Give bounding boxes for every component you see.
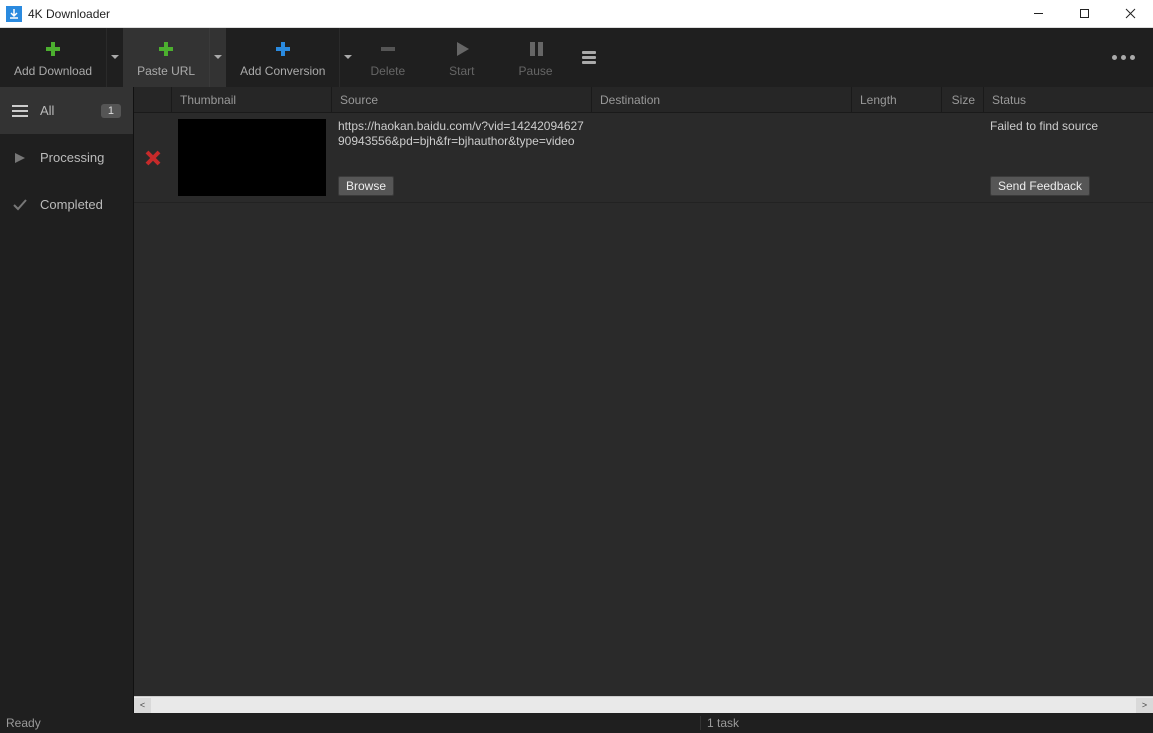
paste-url-button[interactable]: Paste URL	[123, 28, 209, 87]
plus-icon	[156, 38, 176, 60]
sidebar-item-label: Processing	[40, 150, 121, 165]
paste-url-label: Paste URL	[137, 64, 195, 78]
scroll-left-button[interactable]: <	[134, 698, 151, 713]
plus-icon	[43, 38, 63, 60]
close-button[interactable]	[1107, 0, 1153, 27]
pause-button[interactable]: Pause	[505, 28, 567, 87]
more-button[interactable]	[1093, 28, 1153, 87]
table-row[interactable]: https://haokan.baidu.com/v?vid=142420946…	[134, 113, 1153, 203]
col-header-destination[interactable]: Destination	[592, 87, 852, 112]
sidebar-item-all[interactable]: All 1	[0, 87, 133, 134]
col-header-thumbnail[interactable]: Thumbnail	[172, 87, 332, 112]
status-left: Ready	[0, 716, 700, 730]
row-length	[852, 113, 942, 202]
paste-url-dropdown[interactable]	[209, 28, 226, 87]
col-header-length[interactable]: Length	[852, 87, 942, 112]
app-icon	[6, 6, 22, 22]
sidebar-item-processing[interactable]: Processing	[0, 134, 133, 181]
window-controls	[1015, 0, 1153, 27]
status-text: Failed to find source	[990, 119, 1147, 133]
add-conversion-button[interactable]: Add Conversion	[226, 28, 339, 87]
add-download-label: Add Download	[14, 64, 92, 78]
add-conversion-dropdown[interactable]	[339, 28, 356, 87]
row-source: https://haokan.baidu.com/v?vid=142420946…	[332, 113, 592, 202]
play-icon	[452, 38, 472, 60]
add-conversion-label: Add Conversion	[240, 64, 325, 78]
title-bar: 4K Downloader	[0, 0, 1153, 28]
row-destination	[592, 113, 852, 202]
sidebar-item-label: All	[40, 103, 89, 118]
browse-button[interactable]: Browse	[338, 176, 394, 196]
col-header-source[interactable]: Source	[332, 87, 592, 112]
main-area: All 1 Processing Completed Thumbnail Sou…	[0, 87, 1153, 713]
plus-icon	[273, 38, 293, 60]
horizontal-scrollbar[interactable]: < >	[134, 696, 1153, 713]
col-header-delete[interactable]	[134, 87, 172, 112]
thumbnail-placeholder	[178, 119, 326, 196]
status-bar: Ready 1 task	[0, 713, 1153, 733]
scroll-track[interactable]	[151, 698, 1136, 713]
send-feedback-button[interactable]: Send Feedback	[990, 176, 1090, 196]
row-thumbnail	[172, 113, 332, 202]
scroll-right-button[interactable]: >	[1136, 698, 1153, 713]
column-headers: Thumbnail Source Destination Length Size…	[134, 87, 1153, 113]
maximize-button[interactable]	[1061, 0, 1107, 27]
col-header-size[interactable]: Size	[942, 87, 984, 112]
delete-button[interactable]: Delete	[356, 28, 419, 87]
row-delete-button[interactable]	[134, 113, 172, 202]
row-status: Failed to find source Send Feedback	[984, 113, 1153, 202]
sidebar-badge: 1	[101, 104, 121, 118]
check-icon	[12, 199, 28, 211]
menu-button[interactable]	[567, 28, 611, 87]
dots-icon	[1112, 55, 1117, 60]
add-download-button[interactable]: Add Download	[0, 28, 106, 87]
hamburger-icon	[12, 105, 28, 117]
window-title: 4K Downloader	[28, 7, 1015, 21]
pause-icon	[526, 38, 546, 60]
add-download-dropdown[interactable]	[106, 28, 123, 87]
sidebar-item-label: Completed	[40, 197, 121, 212]
start-label: Start	[449, 64, 474, 78]
minus-icon	[378, 38, 398, 60]
pause-label: Pause	[519, 64, 553, 78]
source-url: https://haokan.baidu.com/v?vid=142420946…	[338, 119, 586, 149]
x-icon	[145, 150, 161, 166]
row-size	[942, 113, 984, 202]
start-button[interactable]: Start	[419, 28, 504, 87]
delete-label: Delete	[370, 64, 405, 78]
sidebar: All 1 Processing Completed	[0, 87, 134, 713]
status-right: 1 task	[700, 716, 1153, 730]
content-area: Thumbnail Source Destination Length Size…	[134, 87, 1153, 713]
toolbar: Add Download Paste URL Add Conversion De…	[0, 28, 1153, 87]
col-header-status[interactable]: Status	[984, 87, 1153, 112]
play-icon	[12, 152, 28, 164]
row-container: https://haokan.baidu.com/v?vid=142420946…	[134, 113, 1153, 696]
sidebar-item-completed[interactable]: Completed	[0, 181, 133, 228]
minimize-button[interactable]	[1015, 0, 1061, 27]
